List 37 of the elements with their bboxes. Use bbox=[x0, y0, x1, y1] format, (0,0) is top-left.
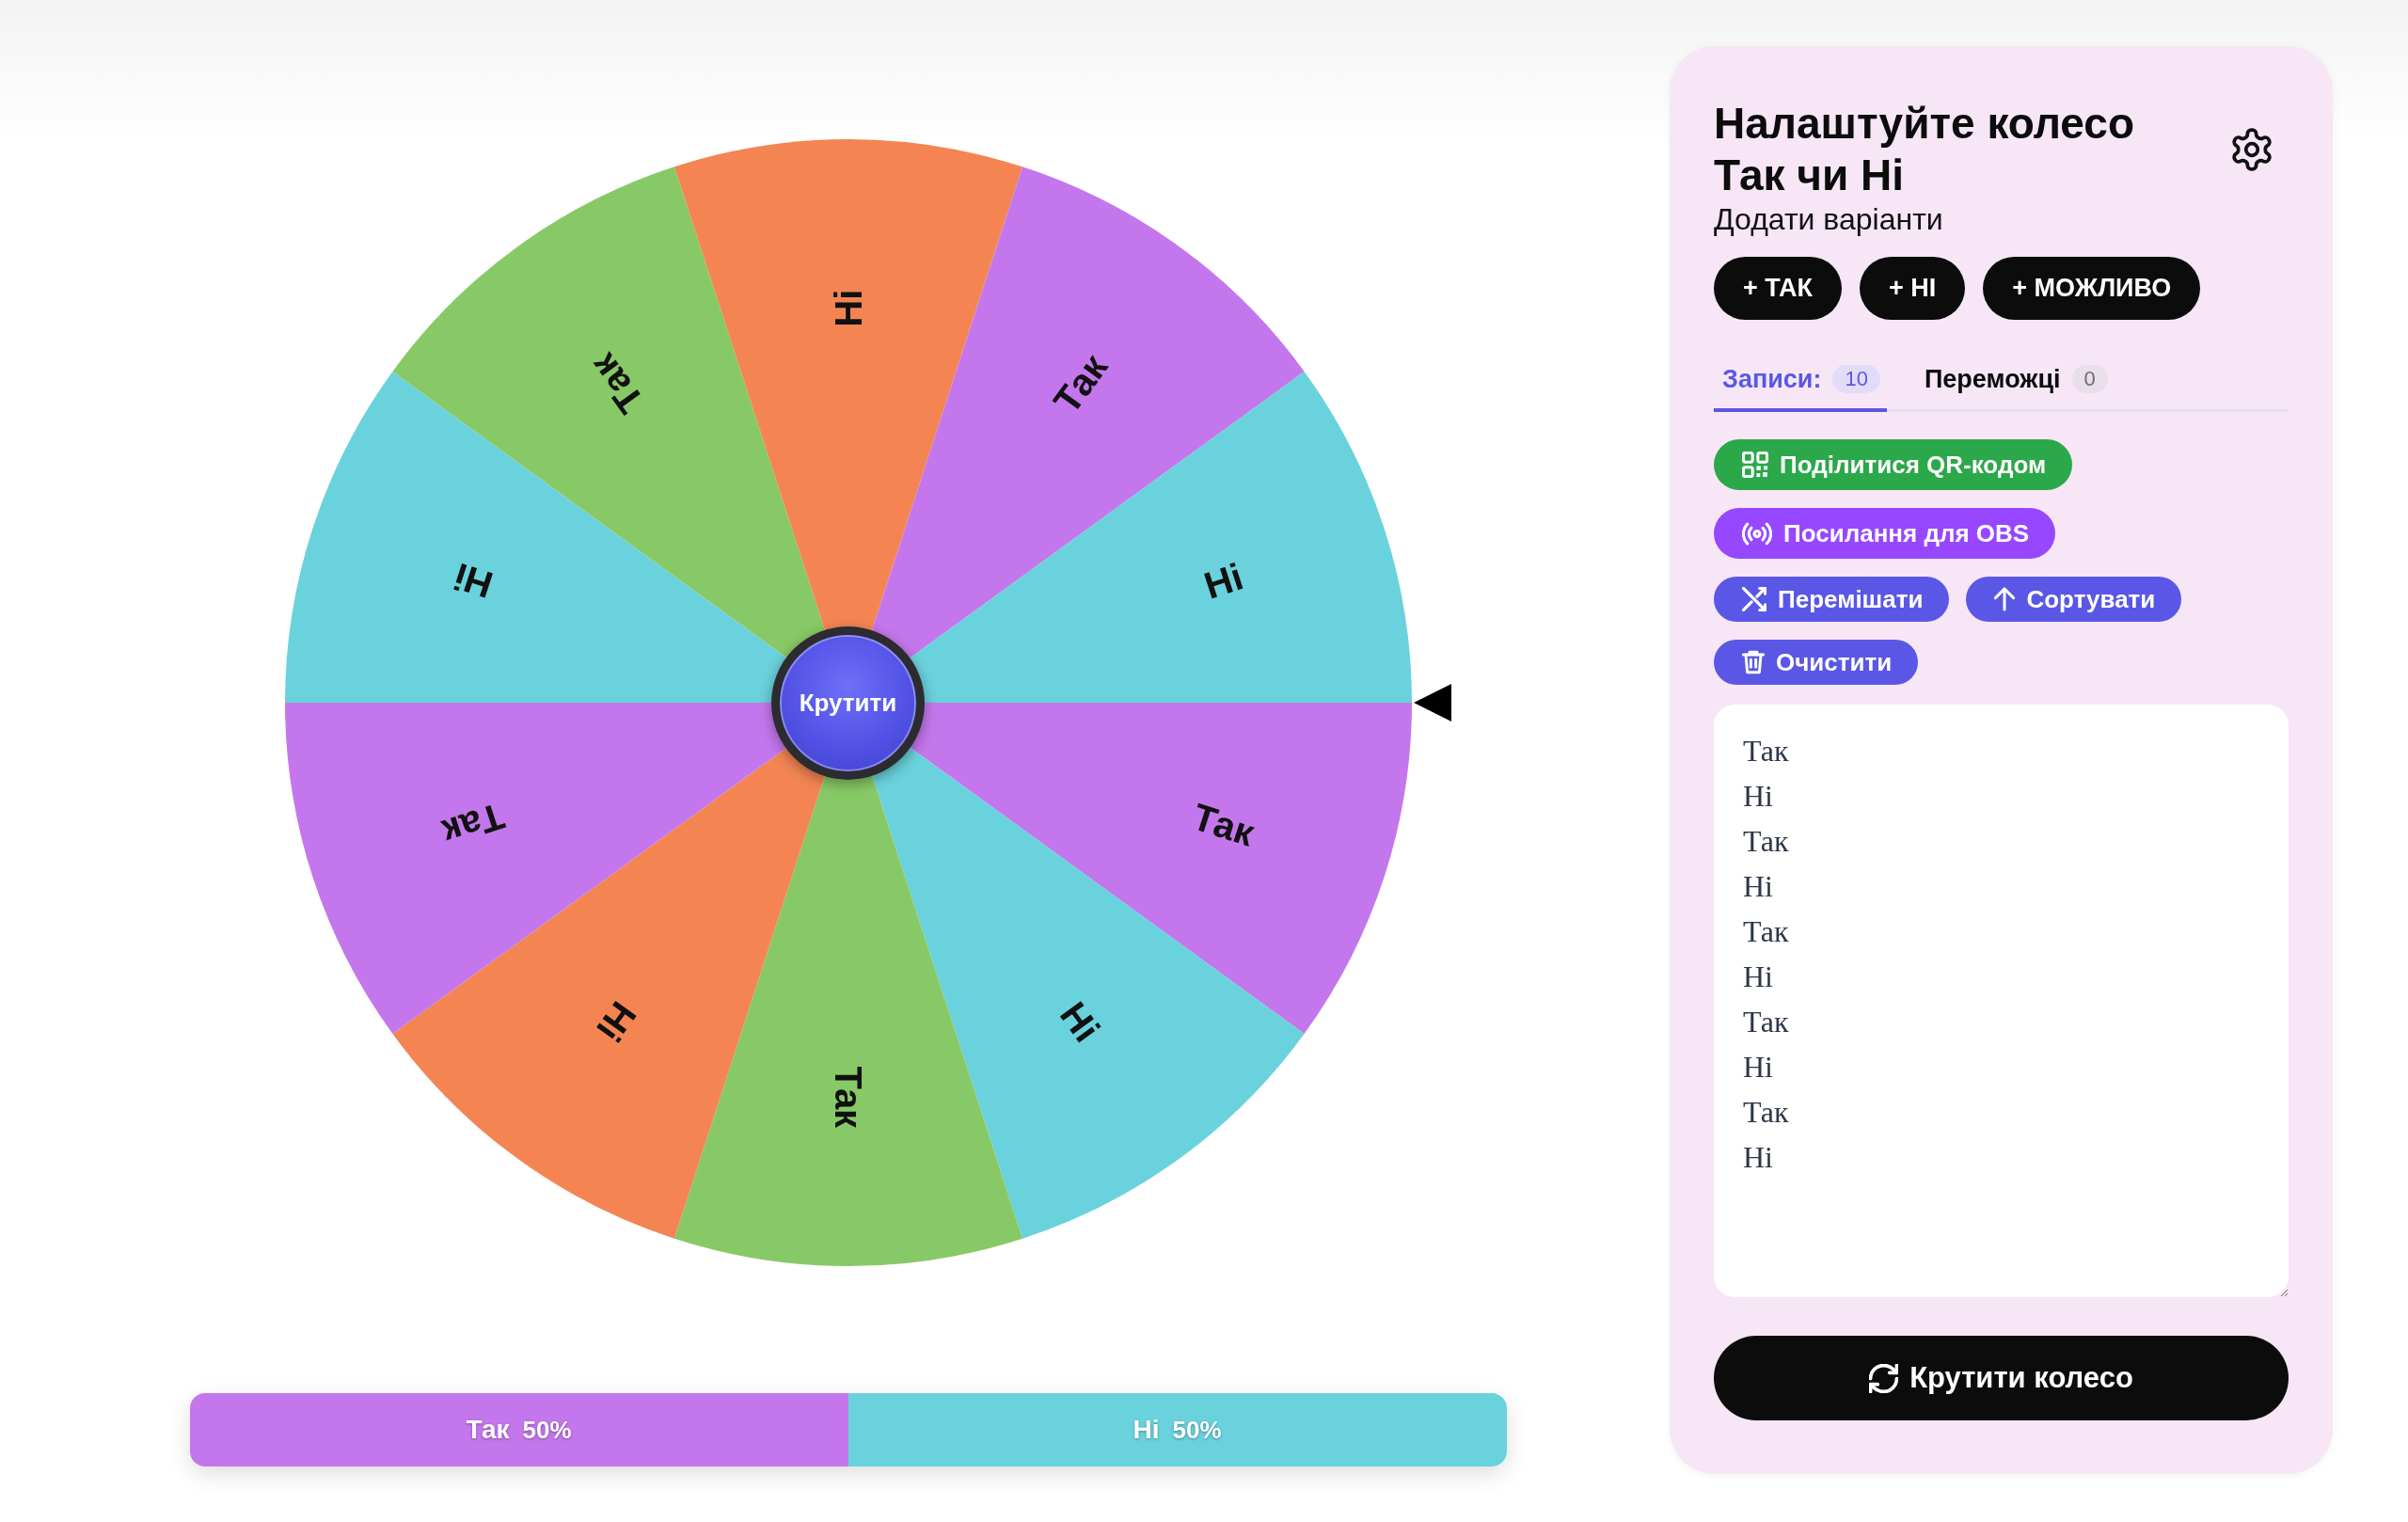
count-badge: 0 bbox=[2071, 365, 2108, 393]
segment-label: Ні bbox=[1052, 994, 1108, 1050]
add-option-button[interactable]: + МОЖЛИВО bbox=[1983, 257, 2201, 320]
segment-label: Ні bbox=[827, 289, 869, 327]
add-option-button[interactable]: + НІ bbox=[1860, 257, 1966, 320]
trash-icon bbox=[1742, 650, 1765, 674]
segment-label: Ні bbox=[448, 555, 498, 607]
qr-code-icon bbox=[1742, 452, 1768, 478]
percent-label: 50% bbox=[522, 1415, 572, 1446]
obs-link-button[interactable]: Посилання для OBS bbox=[1714, 508, 2056, 559]
count-badge: 10 bbox=[1832, 365, 1880, 393]
arrow-up-icon bbox=[1994, 587, 2016, 611]
option-label: Так bbox=[466, 1414, 510, 1446]
percent-label: 50% bbox=[1172, 1415, 1222, 1446]
option-label: Ні bbox=[1133, 1414, 1160, 1446]
segment-label: Так bbox=[436, 795, 509, 854]
shuffle-icon bbox=[1742, 587, 1766, 611]
pointer-icon bbox=[1413, 684, 1451, 721]
refresh-icon bbox=[1869, 1363, 1899, 1393]
sort-button[interactable]: Сортувати bbox=[1966, 577, 2182, 622]
tab[interactable]: Переможці 0 bbox=[1915, 348, 2115, 412]
segment-label: Ні bbox=[588, 994, 644, 1050]
add-option-button[interactable]: + ТАК bbox=[1714, 257, 1843, 320]
section-label: Додати варіанти bbox=[1714, 201, 1944, 237]
segment-label: Ні bbox=[1198, 555, 1248, 607]
broadcast-icon bbox=[1742, 521, 1772, 546]
panel-title: Налаштуйте колесо Так чи Ні bbox=[1714, 98, 2136, 201]
tab[interactable]: Записи: 10 bbox=[1714, 348, 1887, 412]
clear-button[interactable]: Очистити bbox=[1714, 640, 1919, 685]
segment-label: Так bbox=[1044, 346, 1116, 421]
settings-icon[interactable] bbox=[2230, 128, 2273, 171]
shuffle-button[interactable]: Перемішати bbox=[1714, 577, 1950, 622]
segment-label: Так bbox=[827, 1066, 869, 1129]
entries-field[interactable]: Так Ні Так Ні Так Ні Так Ні Так Ні bbox=[1714, 705, 2289, 1297]
spin-wheel-button[interactable]: Крутити колесо bbox=[1714, 1336, 2289, 1420]
qr-share-button[interactable]: Поділитися QR-кодом bbox=[1714, 439, 2073, 490]
segment-label: Так bbox=[1187, 795, 1259, 854]
